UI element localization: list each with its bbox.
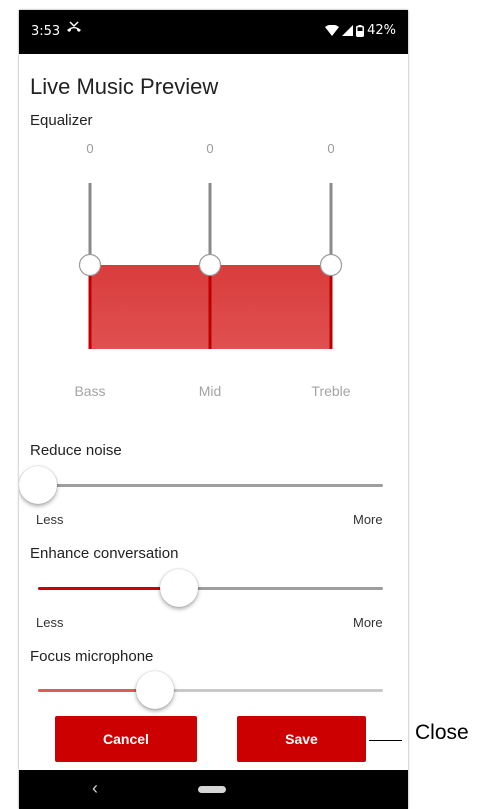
mid-value: 0 <box>206 141 214 156</box>
phone-screen: 3:53 42% Live Music Preview Equalizer 0 … <box>19 10 408 809</box>
battery-icon <box>356 24 365 37</box>
slider-thumb[interactable] <box>136 671 175 709</box>
bass-value: 0 <box>86 141 94 156</box>
focus-microphone-label: Focus microphone <box>30 648 154 665</box>
enhance-conversation-max-label: More <box>353 615 383 630</box>
slider-fill <box>38 587 180 590</box>
status-time: 3:53 <box>31 24 61 39</box>
slider-track <box>38 484 383 487</box>
navigation-bar: ‹ <box>19 770 408 809</box>
bass-handle[interactable] <box>78 253 102 277</box>
bass-label: Bass <box>74 383 106 399</box>
treble-handle[interactable] <box>319 253 343 277</box>
mid-label: Mid <box>198 383 222 399</box>
callout-label: Close <box>415 721 469 744</box>
reduce-noise-label: Reduce noise <box>30 442 122 459</box>
callout-line <box>369 740 402 741</box>
status-bar: 3:53 42% <box>19 10 408 54</box>
slider-thumb[interactable] <box>19 466 57 504</box>
reduce-noise-max-label: More <box>353 512 383 527</box>
home-pill-icon[interactable] <box>198 786 226 793</box>
equalizer: 0 0 0 Bass Mid Treble <box>19 135 408 405</box>
treble-label: Treble <box>311 383 351 399</box>
equalizer-label: Equalizer <box>30 112 93 129</box>
back-icon[interactable]: ‹ <box>92 778 98 799</box>
reduce-noise-min-label: Less <box>36 512 64 527</box>
enhance-conversation-min-label: Less <box>36 615 64 630</box>
mid-handle[interactable] <box>198 253 222 277</box>
cancel-button[interactable]: Cancel <box>55 716 197 762</box>
wifi-icon <box>325 25 340 36</box>
treble-value: 0 <box>327 141 335 156</box>
focus-microphone-slider[interactable] <box>19 666 408 716</box>
battery-percent: 42% <box>367 23 396 38</box>
signal-icon <box>342 25 354 36</box>
status-indicators: 42% <box>325 23 396 38</box>
reduce-noise-slider[interactable] <box>19 461 408 511</box>
enhance-conversation-slider[interactable] <box>19 564 408 614</box>
page-title: Live Music Preview <box>30 74 219 99</box>
enhance-conversation-label: Enhance conversation <box>30 545 179 562</box>
equalizer-graphic <box>78 183 343 349</box>
slider-thumb[interactable] <box>160 569 199 607</box>
save-button[interactable]: Save <box>237 716 366 762</box>
missed-call-icon <box>66 21 82 39</box>
